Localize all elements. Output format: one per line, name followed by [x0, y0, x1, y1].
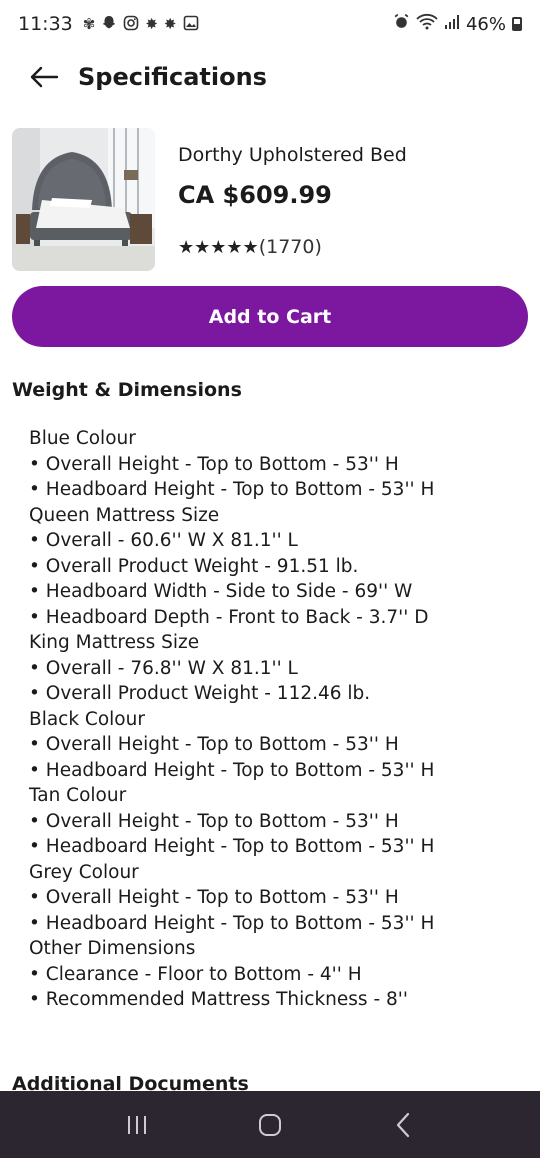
maple-leaf-icon: ✸: [145, 14, 158, 33]
spec-line: • Headboard Height - Top to Bottom - 53'…: [29, 836, 435, 857]
status-left: 11:33 ✾ ✸ ✸: [18, 13, 199, 35]
arrow-left-icon: [30, 66, 59, 88]
product-summary: Dorthy Upholstered Bed CA $609.99 ★★★★★ …: [12, 128, 528, 274]
weight-dimensions-heading: Weight & Dimensions: [12, 379, 242, 401]
system-back-button[interactable]: [373, 1100, 433, 1150]
review-count: (1770): [258, 236, 322, 258]
spec-line: Tan Colour: [29, 785, 127, 806]
spec-list: Blue Colour • Overall Height - Top to Bot…: [29, 426, 529, 1013]
spec-line: • Headboard Depth - Front to Back - 3.7'…: [29, 606, 429, 628]
recents-icon: [127, 1115, 146, 1134]
product-rating[interactable]: ★★★★★ (1770): [178, 236, 322, 258]
spec-line: • Headboard Width - Side to Side - 69'' …: [29, 581, 413, 602]
system-nav-bar: [0, 1091, 540, 1158]
add-to-cart-button[interactable]: Add to Cart: [12, 286, 528, 347]
spec-line: • Overall - 76.8'' W X 81.1'' L: [29, 657, 298, 679]
product-name: Dorthy Upholstered Bed: [178, 144, 407, 166]
spec-line: • Headboard Height - Top to Bottom - 53'…: [29, 759, 435, 781]
recents-button[interactable]: [107, 1100, 167, 1150]
spec-line: • Overall Height - Top to Bottom - 53'' …: [29, 453, 399, 475]
back-button[interactable]: [16, 52, 72, 102]
fan-icon: ✾: [82, 14, 96, 33]
spec-line: King Mattress Size: [29, 632, 200, 653]
gallery-icon: [183, 15, 199, 34]
spec-line: • Headboard Height - Top to Bottom - 53'…: [29, 912, 435, 934]
spec-line: Black Colour: [29, 708, 145, 730]
product-thumbnail[interactable]: [12, 128, 155, 271]
battery-percent: 46%: [465, 13, 506, 35]
spec-line: • Overall Product Weight - 91.51 lb.: [29, 555, 359, 577]
product-price: CA $609.99: [178, 181, 332, 209]
spec-line: • Headboard Height - Top to Bottom - 53'…: [29, 479, 435, 500]
header: Specifications: [0, 52, 540, 102]
spec-line: Queen Mattress Size: [29, 504, 220, 526]
page-title: Specifications: [78, 63, 267, 91]
snapchat-icon: [101, 15, 117, 34]
spec-line: • Overall Height - Top to Bottom - 53'' …: [29, 810, 399, 832]
home-button[interactable]: [240, 1100, 300, 1150]
spec-line: Other Dimensions: [29, 938, 196, 959]
spec-line: • Overall - 60.6'' W X 81.1'' L: [29, 530, 298, 551]
status-bar: 11:33 ✾ ✸ ✸ 46%: [0, 0, 540, 48]
home-icon: [258, 1113, 281, 1136]
spec-line: Grey Colour: [29, 861, 139, 883]
spec-line: • Recommended Mattress Thickness - 8'': [29, 989, 408, 1010]
spec-line: • Overall Height - Top to Bottom - 53'' …: [29, 887, 399, 908]
spec-line: • Clearance - Floor to Bottom - 4'' H: [29, 963, 362, 985]
spec-line: Blue Colour: [29, 428, 136, 449]
spec-line: • Overall Height - Top to Bottom - 53'' …: [29, 734, 399, 755]
wifi-icon: [416, 13, 438, 35]
spec-line: • Overall Product Weight - 112.46 lb.: [29, 683, 371, 704]
signal-icon: [444, 14, 460, 35]
back-chevron-icon: [397, 1112, 410, 1137]
alarm-icon: [393, 13, 410, 35]
instagram-icon: [123, 15, 139, 34]
rating-stars: ★★★★★: [178, 236, 259, 258]
status-time: 11:33: [18, 13, 73, 35]
battery-icon: [512, 17, 522, 31]
status-right: 46%: [393, 13, 522, 35]
maple-leaf-icon: ✸: [163, 14, 177, 33]
